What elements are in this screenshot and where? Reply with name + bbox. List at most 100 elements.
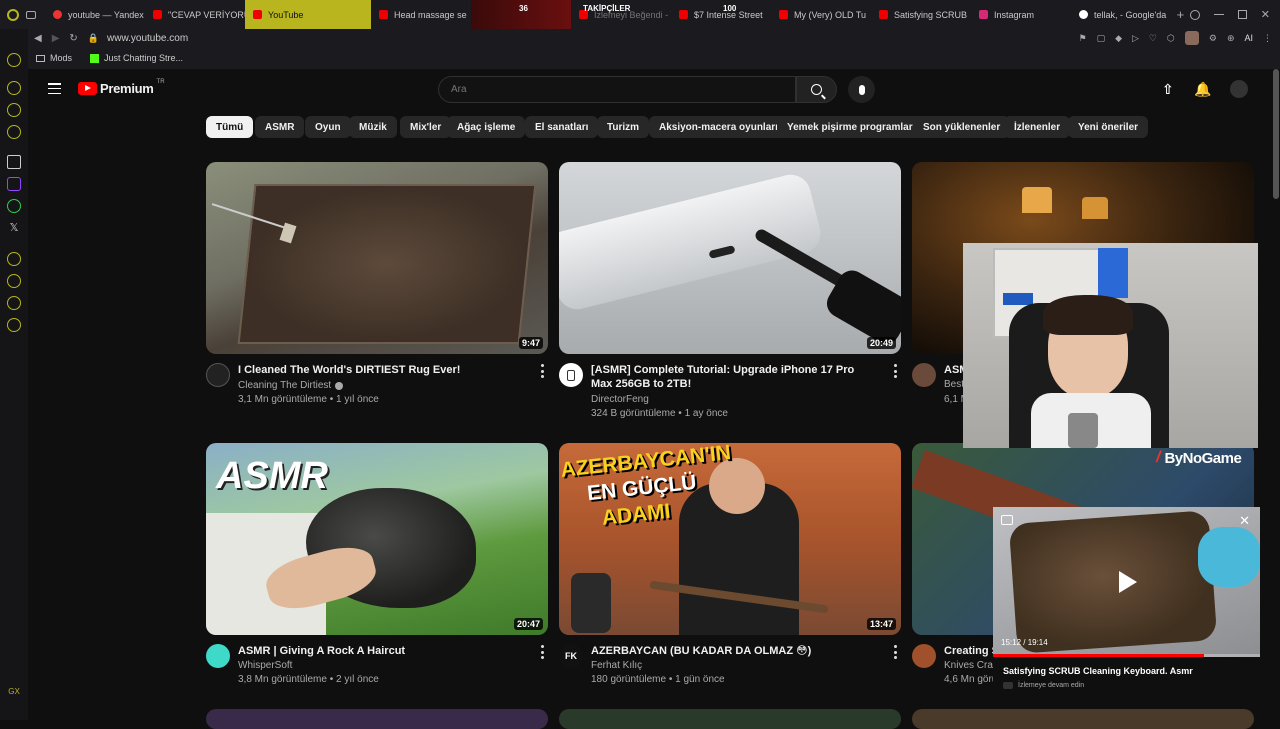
video-more-icon[interactable] (893, 364, 897, 378)
video-title[interactable]: [ASMR] Complete Tutorial: Upgrade iPhone… (591, 363, 871, 391)
miniplayer-expand-icon[interactable] (1001, 515, 1013, 525)
x-icon[interactable]: 𝕏 (10, 221, 19, 234)
video-title[interactable]: ASMR | Giving A Rock A Haircut (238, 644, 405, 658)
channel-name[interactable]: Best (944, 379, 964, 390)
maximize-icon[interactable] (1237, 10, 1247, 19)
category-chip[interactable]: Yemek pişirme programları (777, 116, 926, 138)
gx-player-icon[interactable] (7, 318, 21, 332)
channel-avatar[interactable] (206, 363, 230, 387)
voice-search-button[interactable] (848, 76, 875, 103)
browser-tab[interactable]: Head massage se (371, 0, 471, 29)
browser-tab[interactable]: "CEVAP VERİYORUM" (145, 0, 245, 29)
ai-button[interactable]: AI (1244, 33, 1253, 43)
miniplayer-play-icon[interactable] (1119, 571, 1137, 593)
video-more-icon[interactable] (540, 364, 544, 378)
twitch-icon[interactable] (7, 177, 21, 191)
profile-avatar[interactable] (1184, 31, 1199, 45)
url-field[interactable]: www.youtube.com (107, 33, 188, 44)
settings-icon[interactable] (7, 155, 21, 169)
bookmark-mods[interactable]: Mods (36, 53, 72, 63)
channel-name[interactable]: Cleaning The Dirtiest (238, 380, 344, 391)
bookmark-just-chatting[interactable]: Just Chatting Stre... (90, 53, 183, 63)
channel-name[interactable]: Ferhat Kılıç (591, 660, 642, 671)
category-chip[interactable]: ASMR (255, 116, 305, 138)
play-icon[interactable]: ▷ (1132, 33, 1139, 44)
category-chip[interactable]: Mix'ler (400, 116, 452, 138)
video-more-icon[interactable] (540, 645, 544, 659)
channel-name[interactable]: DirectorFeng (591, 394, 649, 405)
category-chip[interactable]: Oyun (305, 116, 351, 138)
browser-tab[interactable]: My (Very) OLD Tu (771, 0, 871, 29)
video-thumbnail[interactable]: 20:49 (559, 162, 901, 354)
miniplayer-title[interactable]: Satisfying SCRUB Cleaning Keyboard. Asmr (1003, 666, 1193, 676)
reload-icon[interactable]: ↻ (69, 33, 77, 44)
category-chip[interactable]: Yeni öneriler (1068, 116, 1149, 138)
tab-overview-icon[interactable] (26, 0, 45, 29)
channel-avatar[interactable] (912, 644, 936, 668)
video-title[interactable]: AZERBAYCAN (BU KADAR DA OLMAZ 😳) (591, 644, 811, 658)
heart-icon[interactable]: ♡ (1149, 33, 1157, 44)
category-chip[interactable]: İzlenenler (1004, 116, 1071, 138)
gx-cleaner-icon[interactable] (7, 81, 21, 95)
video-title[interactable]: Creating S (944, 644, 999, 658)
opera-logo-icon[interactable] (0, 0, 26, 29)
miniplayer[interactable]: ✕ 15:12 / 19:14 (993, 507, 1260, 657)
category-chip[interactable]: El sanatları (525, 116, 599, 138)
browser-tab[interactable]: 36 (471, 0, 572, 29)
gx-mods-icon[interactable] (7, 125, 21, 139)
gx-downloads-icon[interactable] (7, 274, 21, 288)
category-chip[interactable]: Ağaç işleme (447, 116, 526, 138)
back-icon[interactable]: ◀ (34, 33, 42, 44)
hamburger-menu-icon[interactable] (48, 83, 61, 94)
channel-name[interactable]: Knives Craft (944, 660, 998, 671)
browser-tab[interactable]: tellak, - Google'da (1071, 0, 1171, 29)
channel-avatar[interactable]: FK (559, 644, 583, 668)
channel-avatar[interactable] (559, 363, 583, 387)
channel-avatar[interactable] (912, 363, 936, 387)
category-chip[interactable]: Son yüklenenler (913, 116, 1011, 138)
browser-tab[interactable]: $7 Intense Street 100 (671, 0, 771, 29)
channel-name[interactable]: WhisperSoft (238, 660, 292, 671)
browser-tab[interactable]: Instagram (971, 0, 1071, 29)
video-thumbnail[interactable]: AZERBAYCAN'IN EN GÜÇLÜ ADAMI 13:47 (559, 443, 901, 635)
channel-avatar[interactable] (206, 644, 230, 668)
notifications-bell-icon[interactable]: 🔔 (1194, 81, 1211, 98)
gx-extensions-icon[interactable] (7, 296, 21, 310)
upload-icon[interactable]: ⇧ (1162, 81, 1174, 98)
category-chip[interactable]: Tümü (206, 116, 254, 138)
video-thumbnail[interactable] (912, 709, 1254, 729)
close-window-icon[interactable]: ✕ (1261, 8, 1270, 21)
browser-tab-active[interactable]: YouTube (245, 0, 372, 29)
video-thumbnail[interactable] (206, 709, 548, 729)
search-tabs-icon[interactable] (1189, 9, 1200, 20)
shield-icon[interactable]: ◆ (1115, 33, 1122, 44)
gx-history-icon[interactable] (7, 252, 21, 266)
snapshot-icon[interactable]: ▢ (1097, 33, 1106, 44)
wallet-icon[interactable]: ⊕ (1227, 33, 1235, 44)
video-thumbnail[interactable]: ASMR 20:47 (206, 443, 548, 635)
youtube-logo[interactable]: Premium TR (78, 79, 165, 96)
settings-icon[interactable]: ⚙ (1209, 33, 1217, 44)
video-more-icon[interactable] (893, 645, 897, 659)
browser-tab[interactable]: İzlemeyi Beğendi - Y TAKİPÇİLER (571, 0, 671, 29)
browser-tab[interactable]: youtube — Yandex (45, 0, 145, 29)
video-thumbnail[interactable]: 9:47 (206, 162, 548, 354)
video-thumbnail[interactable] (559, 709, 901, 729)
miniplayer-close-icon[interactable]: ✕ (1239, 513, 1250, 529)
browser-tab[interactable]: Satisfying SCRUB (871, 0, 971, 29)
autoplay-toggle[interactable] (1003, 682, 1013, 689)
page-scrollbar[interactable] (1273, 69, 1279, 199)
account-avatar[interactable] (1230, 80, 1248, 98)
menu-icon[interactable]: ⋮ (1263, 33, 1272, 44)
extension-icon[interactable]: ⬡ (1167, 33, 1175, 44)
whatsapp-icon[interactable] (7, 199, 21, 213)
search-box[interactable] (438, 76, 796, 103)
bookmark-icon[interactable]: ⚑ (1078, 33, 1086, 44)
gx-corner-icon[interactable] (7, 103, 21, 117)
search-button[interactable] (796, 76, 837, 103)
video-title[interactable]: I Cleaned The World's DIRTIEST Rug Ever! (238, 363, 528, 377)
new-tab-button[interactable]: + (1171, 7, 1190, 22)
search-input[interactable] (439, 84, 795, 95)
minimize-icon[interactable] (1213, 13, 1224, 16)
forward-icon[interactable]: ▶ (52, 33, 60, 44)
